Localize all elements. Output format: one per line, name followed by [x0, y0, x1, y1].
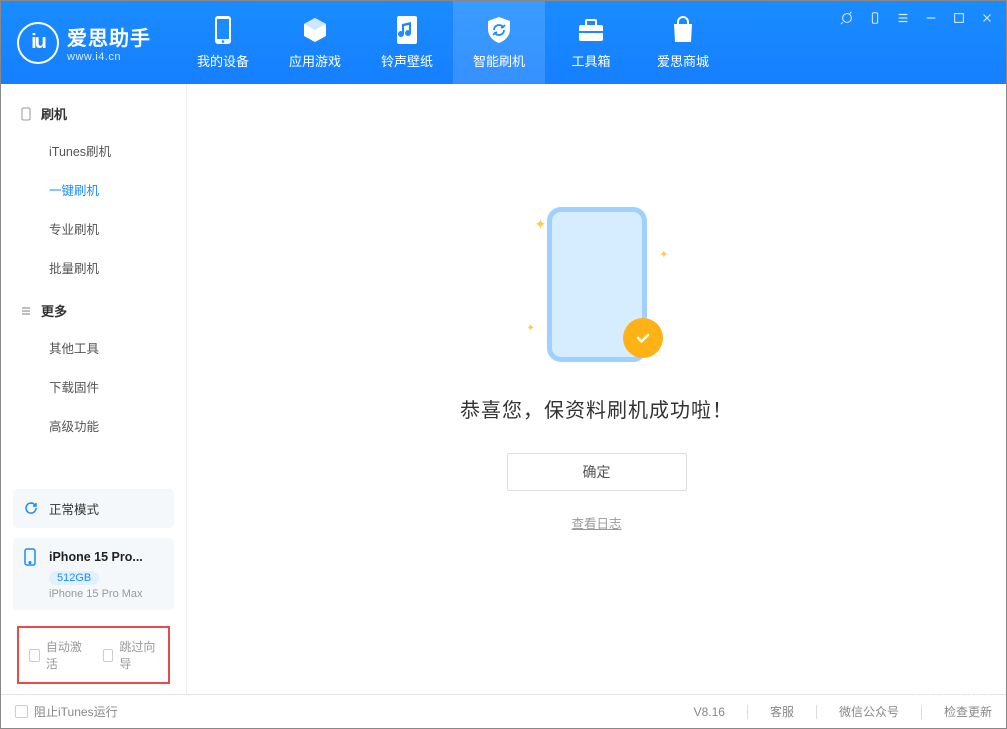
nav-flash[interactable]: 智能刷机 [453, 1, 545, 84]
refresh-icon [23, 500, 41, 518]
checkbox-icon [29, 649, 40, 662]
sidebar-item-pro-flash[interactable]: 专业刷机 [1, 209, 186, 248]
checkbox-label: 阻止iTunes运行 [34, 703, 118, 720]
success-message: 恭喜您，保资料刷机成功啦！ [460, 394, 733, 423]
options-highlight-box: 自动激活 跳过向导 [17, 626, 170, 684]
separator [747, 705, 748, 719]
wechat-link[interactable]: 微信公众号 [839, 703, 899, 720]
auto-activate-checkbox[interactable]: 自动激活 [29, 638, 85, 672]
nav-ringtones[interactable]: 铃声壁纸 [361, 1, 453, 84]
refresh-shield-icon [484, 15, 514, 45]
device-card[interactable]: iPhone 15 Pro... 512GB iPhone 15 Pro Max [13, 538, 174, 610]
nav-label: 爱思商城 [657, 51, 709, 70]
user-icon[interactable] [960, 682, 988, 710]
phone-small-icon [19, 107, 33, 121]
device-mode-card[interactable]: 正常模式 [13, 489, 174, 528]
sidebar-item-download-firmware[interactable]: 下载固件 [1, 367, 186, 406]
nav-label: 工具箱 [571, 51, 610, 70]
cube-icon [300, 15, 330, 45]
device-model: iPhone 15 Pro Max [49, 588, 164, 600]
close-icon[interactable] [976, 7, 998, 29]
separator [816, 705, 817, 719]
app-url: www.i4.cn [67, 51, 151, 63]
music-icon [392, 15, 422, 45]
phone-icon [23, 548, 41, 566]
nav-label: 应用游戏 [289, 51, 341, 70]
sidebar-item-advanced[interactable]: 高级功能 [1, 406, 186, 445]
block-itunes-checkbox[interactable]: 阻止iTunes运行 [15, 703, 118, 720]
sidebar-item-other-tools[interactable]: 其他工具 [1, 328, 186, 367]
titlebar-menu-icon[interactable] [892, 7, 914, 29]
support-link[interactable]: 客服 [770, 703, 794, 720]
bag-icon [668, 15, 698, 45]
nav-my-device[interactable]: 我的设备 [177, 1, 269, 84]
ok-button[interactable]: 确定 [507, 453, 687, 491]
sidebar-section-more: 更多 [1, 293, 186, 328]
logo-icon: iu [17, 22, 59, 64]
device-icon [208, 15, 238, 45]
device-name: iPhone 15 Pro... [49, 550, 143, 564]
sidebar-section-flash: 刷机 [1, 96, 186, 131]
sidebar-section-title: 更多 [41, 301, 67, 320]
nav-toolbox[interactable]: 工具箱 [545, 1, 637, 84]
sidebar-item-itunes-flash[interactable]: iTunes刷机 [1, 131, 186, 170]
download-icon[interactable] [916, 682, 944, 710]
app-name: 爱思助手 [67, 22, 151, 51]
version-label: V8.16 [694, 705, 725, 719]
device-mode-label: 正常模式 [49, 499, 99, 518]
nav-label: 智能刷机 [473, 51, 525, 70]
checkbox-icon [103, 649, 114, 662]
sidebar-section-title: 刷机 [41, 104, 67, 123]
more-icon [19, 304, 33, 318]
nav-apps[interactable]: 应用游戏 [269, 1, 361, 84]
checkbox-label: 跳过向导 [119, 638, 158, 672]
titlebar-tool1-icon[interactable] [836, 7, 858, 29]
sidebar-item-batch-flash[interactable]: 批量刷机 [1, 248, 186, 287]
nav-store[interactable]: 爱思商城 [637, 1, 729, 84]
maximize-icon[interactable] [948, 7, 970, 29]
view-log-link[interactable]: 查看日志 [571, 513, 621, 532]
nav-label: 我的设备 [197, 51, 249, 70]
device-storage-badge: 512GB [49, 571, 99, 585]
toolbox-icon [576, 15, 606, 45]
sidebar-item-oneclick-flash[interactable]: 一键刷机 [1, 170, 186, 209]
checkbox-icon [15, 705, 28, 718]
nav-label: 铃声壁纸 [381, 51, 433, 70]
main-content: ✦ ✦ ✦ 恭喜您，保资料刷机成功啦！ 确定 查看日志 [187, 84, 1006, 694]
skip-wizard-checkbox[interactable]: 跳过向导 [103, 638, 159, 672]
app-logo: iu 爱思助手 www.i4.cn [1, 1, 171, 84]
checkbox-label: 自动激活 [46, 638, 85, 672]
minimize-icon[interactable] [920, 7, 942, 29]
success-check-icon [623, 318, 663, 358]
success-illustration: ✦ ✦ ✦ [497, 204, 697, 364]
titlebar-tool2-icon[interactable] [864, 7, 886, 29]
